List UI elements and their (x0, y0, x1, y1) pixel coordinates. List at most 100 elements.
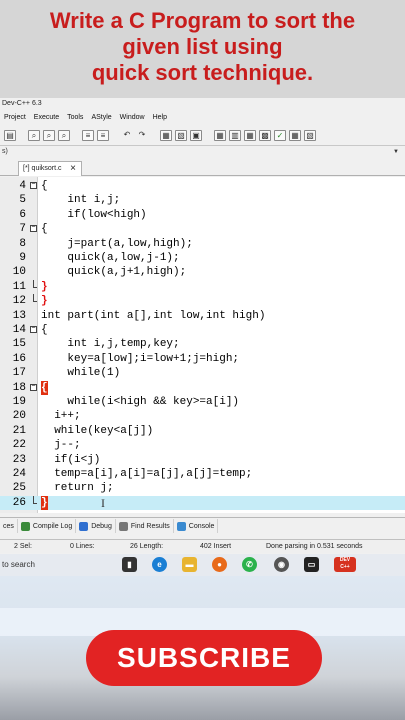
tab-find-results[interactable]: Find Results (116, 519, 174, 533)
code-line[interactable]: 18−{ (0, 380, 405, 395)
close-icon[interactable]: × (70, 163, 76, 174)
editor-tab-strip: [*] quiksort.c × (0, 160, 405, 176)
code-text: } (41, 295, 48, 308)
windows-taskbar: to search ▮ e ▬ ● ✆ ◉ ▭ DEV C++ (0, 554, 405, 576)
chrome-icon[interactable]: ◉ (274, 557, 289, 572)
fold-end-marker (33, 495, 37, 504)
code-text: quick(a,low,j-1); (41, 252, 180, 264)
undo-icon[interactable]: ↶ (121, 130, 133, 141)
code-text: quick(a,j+1,high); (41, 266, 187, 279)
edge-icon[interactable]: e (152, 557, 167, 572)
line-number: 13 (12, 309, 26, 322)
code-line[interactable]: 9 quick(a,low,j-1); (0, 251, 405, 265)
menu-window[interactable]: Window (116, 112, 149, 126)
chevron-down-icon[interactable]: ▼ (393, 149, 399, 155)
find-results-icon (118, 521, 128, 531)
task-view-icon[interactable]: ▮ (122, 557, 137, 572)
bookmark-icon[interactable]: ▧ (175, 129, 187, 141)
tab-resources[interactable]: ces (0, 519, 18, 533)
menu-help[interactable]: Help (149, 112, 171, 126)
toggle-icon[interactable]: ▣ (190, 129, 202, 141)
terminal-icon[interactable]: ▭ (304, 557, 319, 572)
code-line[interactable]: 5 int i,j; (0, 193, 405, 207)
code-text: if(low<high) (41, 208, 147, 221)
check-icon[interactable]: ✓ (274, 129, 286, 141)
redo-icon[interactable]: ↷ (136, 130, 148, 141)
tab-console[interactable]: Console (174, 519, 219, 533)
window-title: Dev-C++ 6.3 (2, 100, 42, 107)
line-number: 19 (12, 396, 26, 408)
code-line[interactable]: 20 i++; (0, 409, 405, 423)
menu-project[interactable]: Project (0, 112, 30, 126)
code-text: i++; (41, 410, 81, 423)
code-line[interactable]: 16 key=a[low];i=low+1;j=high; (0, 352, 405, 366)
unindent-icon[interactable]: ≡ (97, 129, 109, 141)
code-line[interactable]: 14−{ (0, 323, 405, 337)
grid-icon[interactable]: ▦ (214, 129, 226, 141)
code-line[interactable]: 12} (0, 294, 405, 308)
file-tab-quiksort[interactable]: [*] quiksort.c × (18, 161, 82, 176)
code-text: { (41, 380, 48, 395)
fold-collapse-icon[interactable]: − (30, 225, 37, 233)
code-line[interactable]: 19 while(i<high && key>=a[i]) (0, 395, 405, 409)
fold-end-marker (33, 294, 37, 303)
code-line[interactable]: 13 int part(int a[],int low,int high) (0, 309, 405, 323)
whatsapp-icon[interactable]: ✆ (242, 557, 257, 572)
menu-tools[interactable]: Tools (63, 112, 87, 126)
code-line[interactable]: 4−{ (0, 179, 405, 193)
code-line[interactable]: 8 j=part(a,low,high); (0, 237, 405, 251)
code-line[interactable]: 17 while(1) (0, 366, 405, 380)
code-line[interactable]: 21 while(key<a[j]) (0, 424, 405, 438)
code-line[interactable]: 24 temp=a[i],a[i]=a[j],a[j]=temp; (0, 467, 405, 481)
code-line[interactable]: 22 j--; (0, 438, 405, 452)
line-number: 8 (19, 237, 26, 250)
code-line[interactable]: 6 if(low<high) (0, 208, 405, 222)
code-line[interactable]: 10 quick(a,j+1,high); (0, 265, 405, 279)
code-line[interactable]: 23 if(i<j) (0, 453, 405, 467)
fold-collapse-icon[interactable]: − (30, 326, 37, 333)
menu-execute[interactable]: Execute (30, 112, 63, 126)
status-lines: 0 Lines: (70, 543, 95, 550)
debug-icon[interactable]: ▧ (304, 129, 316, 141)
tab-compile-log[interactable]: Compile Log (18, 519, 77, 533)
line-number: 25 (12, 482, 26, 495)
tab-debug[interactable]: Debug (76, 519, 116, 533)
code-line[interactable]: 25 return j; (0, 481, 405, 495)
code-line[interactable]: 26} I (0, 495, 405, 511)
file-explorer-icon[interactable]: ▬ (182, 557, 197, 572)
taskbar-search[interactable]: to search (2, 560, 35, 569)
code-line[interactable]: 15 int i,j,temp,key; (0, 337, 405, 351)
stop-icon[interactable]: ▦ (289, 129, 301, 141)
line-number: 11 (12, 280, 26, 293)
print-icon[interactable]: ▤ (4, 129, 16, 141)
line-number: 6 (19, 208, 26, 221)
fold-collapse-icon[interactable]: − (30, 182, 37, 189)
layout-icon[interactable]: ▥ (229, 129, 241, 141)
title-line-3: quick sort technique. (91, 60, 314, 85)
line-number: 17 (12, 367, 26, 380)
indent-icon[interactable]: ≡ (82, 129, 94, 141)
firefox-icon[interactable]: ● (212, 557, 227, 572)
fold-collapse-icon[interactable]: − (30, 383, 37, 391)
scope-text: s) (2, 148, 8, 155)
goto-icon[interactable]: ▦ (160, 129, 172, 141)
find-next-icon[interactable]: ⌕ (58, 129, 70, 141)
devcpp-icon[interactable]: DEV C++ (334, 557, 356, 572)
find-icon[interactable]: ⌕ (28, 129, 40, 141)
code-line[interactable]: 11} (0, 279, 405, 294)
compile-icon[interactable]: ▦ (244, 129, 256, 141)
status-length: 26 Length: (130, 543, 164, 550)
subscribe-button[interactable]: SUBSCRIBE (86, 630, 322, 686)
code-text: temp=a[i],a[i]=a[j],a[j]=temp; (41, 468, 253, 480)
code-editor[interactable]: 4−{5 int i,j; 6 if(low<high) 7−{8 j=part(a… (0, 177, 405, 513)
bottom-panel-tabs: ces Compile Log Debug Find Results Conso… (0, 517, 405, 534)
code-text: } (41, 280, 48, 293)
code-text: int i,j,temp,key; (41, 338, 180, 351)
line-number: 23 (12, 453, 26, 466)
code-text: key=a[low];i=low+1;j=high; (41, 352, 240, 365)
run-icon[interactable]: ▩ (259, 129, 271, 141)
compile-log-icon (20, 521, 30, 531)
code-line[interactable]: 7−{ (0, 222, 405, 236)
menu-astyle[interactable]: AStyle (87, 112, 115, 126)
replace-icon[interactable]: ⌕ (43, 129, 55, 141)
